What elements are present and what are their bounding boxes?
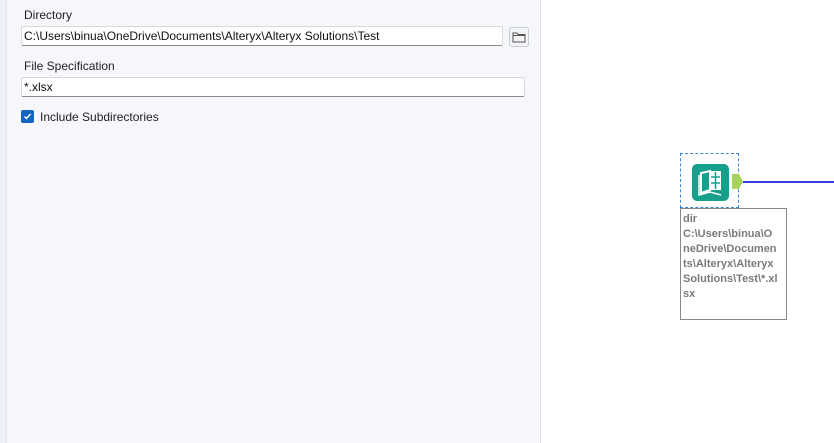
annotation-line: Solutions\Test\*.xl	[683, 273, 778, 285]
browse-button[interactable]	[509, 27, 529, 47]
annotation-line: sx	[683, 288, 696, 300]
tool-annotation: dir C:\Users\binua\O neDrive\Documen ts\…	[680, 208, 787, 320]
annotation-line: C:\Users\binua\O	[683, 228, 773, 240]
annotation-line: ts\Alteryx\Alteryx	[683, 258, 774, 270]
output-anchor[interactable]	[732, 174, 743, 189]
directory-book-icon	[698, 169, 722, 196]
annotation-line: neDrive\Documen	[683, 243, 777, 255]
file-spec-label: File Specification	[24, 59, 115, 73]
include-subdirectories-checkbox[interactable]	[21, 110, 34, 123]
configuration-panel: Directory C:\Users\binua\OneDrive\Docume…	[0, 0, 541, 443]
directory-input[interactable]: C:\Users\binua\OneDrive\Documents\Altery…	[21, 26, 503, 46]
include-subdirectories-label: Include Subdirectories	[40, 110, 159, 124]
folder-icon	[512, 32, 526, 43]
checkmark-icon	[24, 113, 32, 120]
directory-tool[interactable]	[692, 164, 729, 201]
directory-label: Directory	[24, 8, 73, 22]
panel-left-strip	[0, 0, 7, 443]
annotation-line: dir	[683, 213, 698, 225]
connection-wire[interactable]	[743, 181, 834, 183]
file-spec-input[interactable]: *.xlsx	[21, 77, 525, 97]
